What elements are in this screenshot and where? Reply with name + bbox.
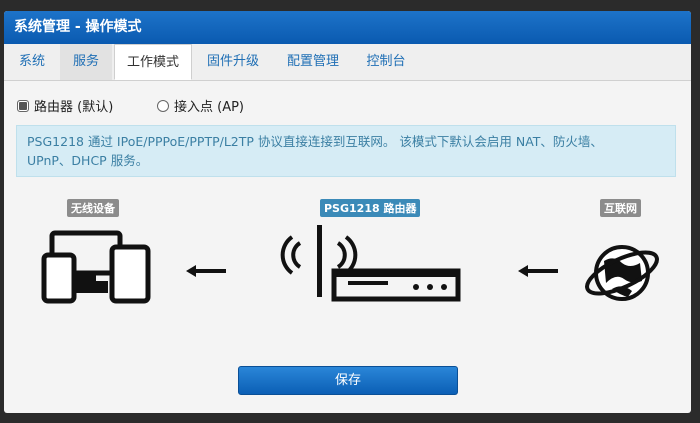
tab-console[interactable]: 控制台 [358,44,414,80]
radio-ap[interactable] [157,100,169,112]
arrow-left-icon [186,265,226,277]
window-title: 系统管理 - 操作模式 [4,11,691,44]
internet-label: 互联网 [600,199,641,217]
router-label: PSG1218 路由器 [320,199,421,217]
tab-bar: 系统 服务 工作模式 固件升级 配置管理 控制台 [4,44,691,81]
mode-description-line1: PSG1218 通过 IPoE/PPPoE/PPTP/L2TP 协议直接连接到互… [27,134,603,149]
tab-firmware-upgrade[interactable]: 固件升级 [198,44,268,80]
wireless-devices-icon [41,230,151,304]
radio-router[interactable] [17,100,29,112]
save-button[interactable]: 保存 [238,366,458,395]
tab-system[interactable]: 系统 [10,44,54,80]
mode-option-ap[interactable]: 接入点 (AP) [157,96,244,115]
operating-mode-window: 系统管理 - 操作模式 系统 服务 工作模式 固件升级 配置管理 控制台 路由器… [4,11,691,413]
mode-description-line2: UPnP、DHCP 服务。 [27,153,149,168]
tab-config-management[interactable]: 配置管理 [278,44,348,80]
devices-label: 无线设备 [67,199,119,217]
mode-description: PSG1218 通过 IPoE/PPPoE/PPTP/L2TP 协议直接连接到互… [16,125,676,177]
mode-option-ap-label: 接入点 (AP) [174,100,245,115]
mode-option-router[interactable]: 路由器 (默认) [17,96,113,115]
mode-option-router-label: 路由器 (默认) [34,100,114,115]
arrow-left-icon [518,265,558,277]
tab-work-mode[interactable]: 工作模式 [114,44,192,80]
globe-icon [585,245,659,301]
tab-services[interactable]: 服务 [60,44,112,80]
router-icon [280,225,461,302]
